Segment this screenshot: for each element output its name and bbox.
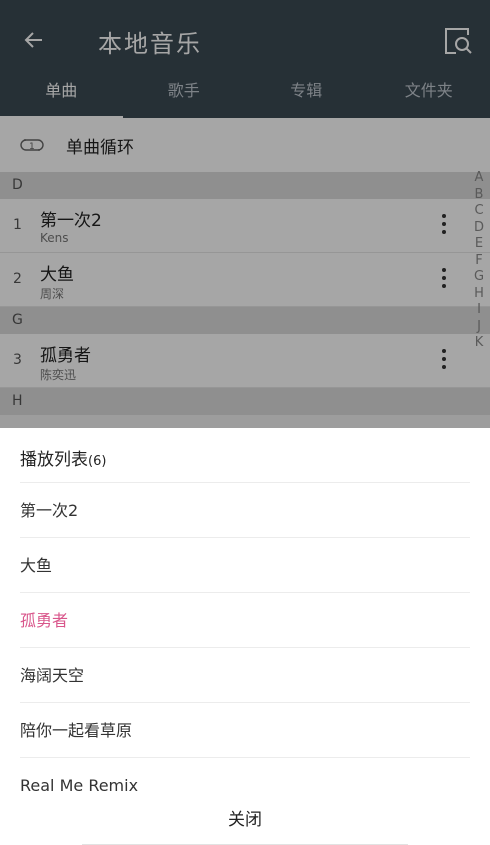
playlist-count: (6): [88, 454, 107, 469]
playlist-item[interactable]: 大鱼: [20, 537, 470, 592]
playlist-item[interactable]: 第一次2: [20, 482, 470, 537]
playlist-items: 第一次2 大鱼 孤勇者 海阔天空 陪你一起看草原 Real Me Remix: [0, 482, 490, 812]
playlist-sheet: 播放列表(6) 第一次2 大鱼 孤勇者 海阔天空 陪你一起看草原 Real Me…: [0, 428, 490, 845]
playlist-item-playing[interactable]: 孤勇者: [20, 592, 470, 647]
playlist-title: 播放列表(6): [20, 445, 106, 470]
playlist-item[interactable]: 海阔天空: [20, 647, 470, 702]
modal-overlay[interactable]: [0, 0, 490, 428]
playlist-title-text: 播放列表: [20, 450, 88, 470]
playlist-item[interactable]: 陪你一起看草原: [20, 702, 470, 757]
close-button[interactable]: 关闭: [0, 802, 490, 838]
local-music-screen: 本地音乐 单曲 歌手 专辑 文件夹 1 单曲循环 D 1 第一次2 Kens 2…: [0, 0, 490, 428]
